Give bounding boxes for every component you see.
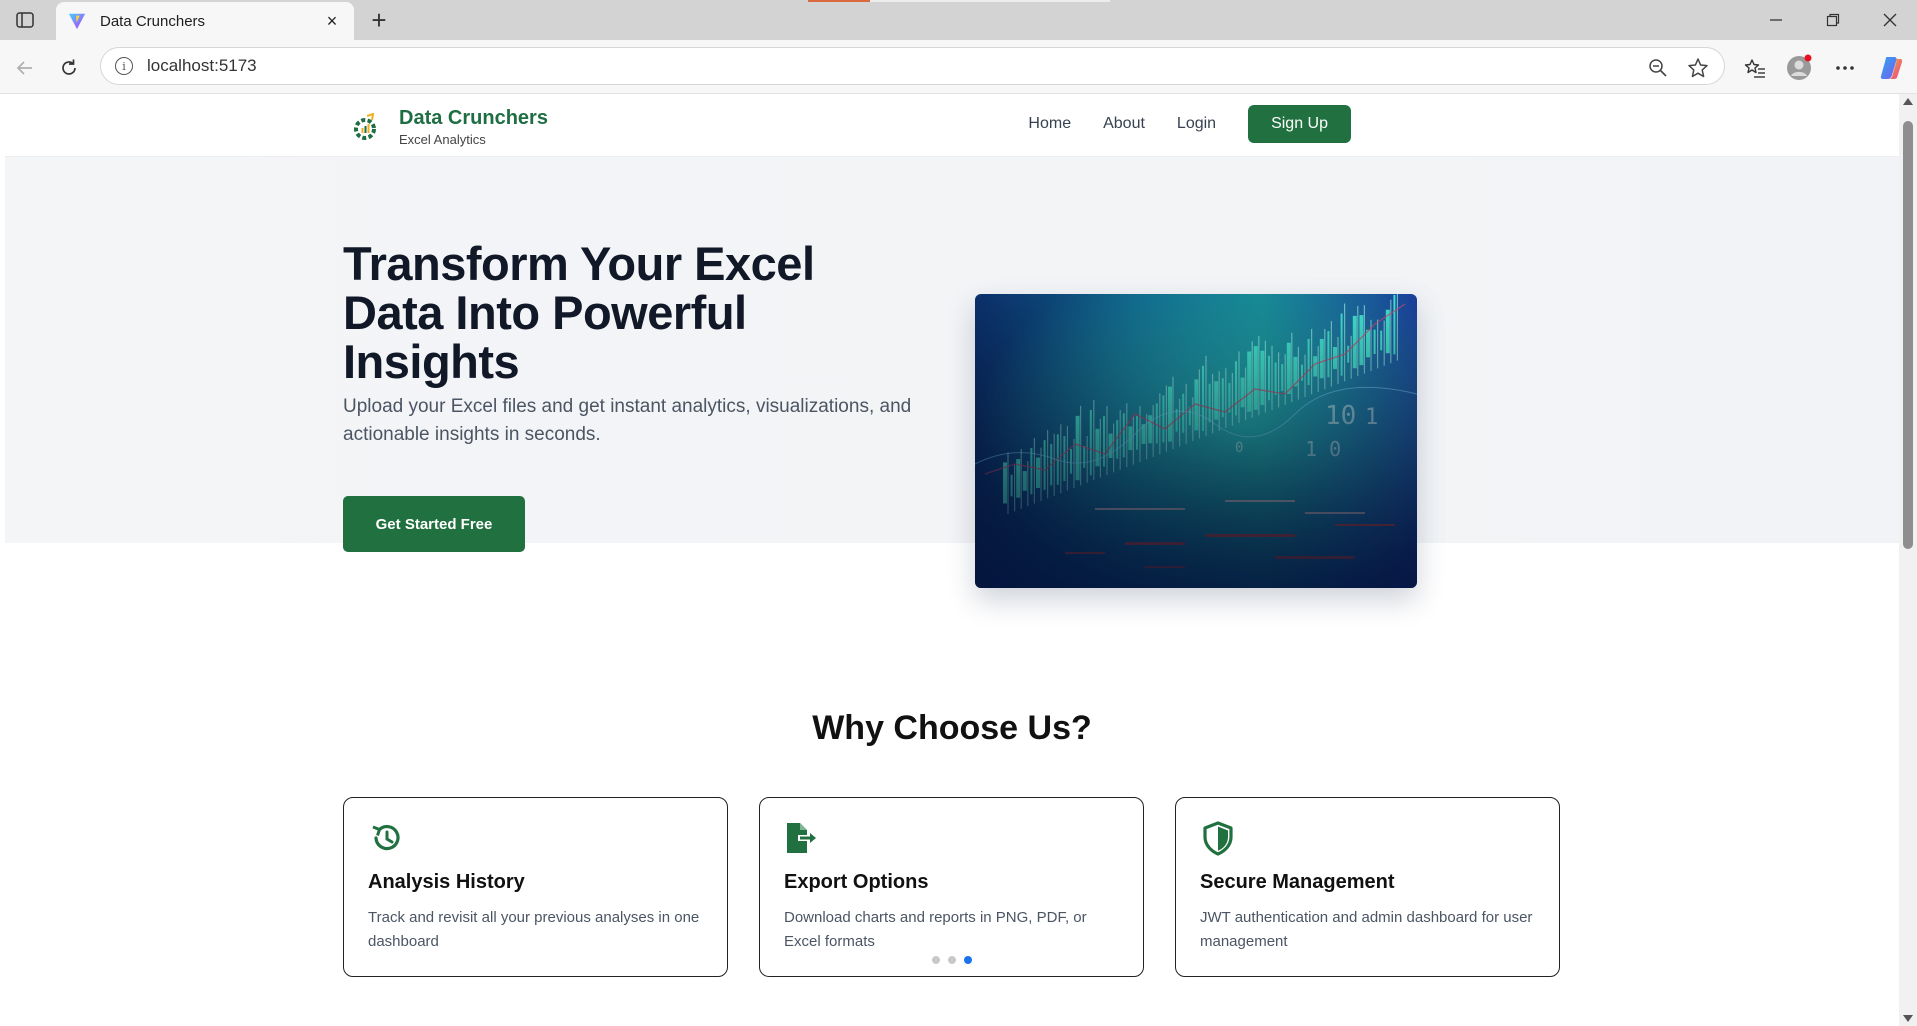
close-tab-icon[interactable]: ×: [322, 11, 342, 31]
new-tab-button[interactable]: +: [365, 5, 393, 35]
carousel-dot[interactable]: [931, 956, 940, 964]
avatar-icon: [1787, 54, 1812, 80]
scroll-up-icon[interactable]: [1903, 98, 1913, 105]
brand[interactable]: Data Crunchers Excel Analytics: [351, 106, 548, 149]
more-menu-button[interactable]: [1830, 53, 1860, 83]
reload-icon: [62, 59, 76, 75]
card-description: JWT authentication and admin dashboard f…: [1200, 909, 1533, 950]
card-title: Analysis History: [368, 871, 525, 893]
card-description: Track and revisit all your previous anal…: [368, 909, 700, 950]
why-choose-us-heading: Why Choose Us?: [812, 709, 1092, 747]
reload-button[interactable]: [54, 53, 84, 83]
vite-favicon-icon: [68, 13, 86, 30]
tab-strip-accent: [808, 0, 870, 2]
profile-button[interactable]: [1784, 53, 1814, 83]
hero-section: Transform Your Excel Data Into Powerful …: [5, 157, 1899, 588]
scroll-down-icon[interactable]: [1903, 1015, 1913, 1022]
shield-icon: [1203, 821, 1233, 856]
browser-tab-active[interactable]: Data Crunchers ×: [56, 2, 354, 40]
favorites-button[interactable]: [1740, 53, 1770, 83]
hero-title: Transform Your Excel Data Into Powerful …: [343, 237, 815, 388]
site-header: Data Crunchers Excel Analytics Home Abou…: [5, 94, 1899, 157]
scrollbar-thumb[interactable]: [1903, 121, 1913, 549]
carousel-indicator: [760, 956, 1143, 964]
restore-button[interactable]: [1813, 8, 1853, 32]
data-crunchers-logo-icon: [354, 112, 376, 140]
zoom-out-icon[interactable]: [1646, 56, 1670, 80]
back-button[interactable]: [10, 53, 40, 83]
browser-toolbar: i localhost:5173: [0, 40, 1917, 94]
favorite-star-icon[interactable]: [1686, 56, 1710, 80]
favorites-list-icon: [1744, 59, 1765, 78]
feature-cards: Analysis History Track and revisit all y…: [343, 797, 1561, 977]
brand-name: Data Crunchers: [399, 107, 548, 129]
carousel-dot[interactable]: [947, 956, 956, 964]
nav-login-link[interactable]: Login: [1177, 115, 1216, 133]
close-icon: [1883, 13, 1897, 27]
signup-button[interactable]: Sign Up: [1248, 105, 1351, 143]
tab-title: Data Crunchers: [100, 12, 206, 30]
feature-card-analysis-history[interactable]: Analysis History Track and revisit all y…: [343, 797, 728, 977]
tab-actions-button[interactable]: [12, 8, 38, 32]
ellipsis-icon: [1836, 66, 1854, 70]
address-bar[interactable]: i localhost:5173: [100, 47, 1725, 85]
minimize-button[interactable]: [1756, 8, 1796, 32]
get-started-button[interactable]: Get Started Free: [343, 496, 525, 552]
card-title: Secure Management: [1200, 871, 1395, 893]
close-window-button[interactable]: [1870, 8, 1910, 32]
hero-subtitle: Upload your Excel files and get instant …: [343, 396, 912, 445]
main-nav: Home About Login Sign Up: [996, 105, 1351, 143]
feature-card-export-options[interactable]: Export Options Download charts and repor…: [759, 797, 1144, 977]
file-export-icon: [787, 823, 816, 853]
hero-image: 10 1 1 0 0: [975, 294, 1417, 588]
brand-tagline: Excel Analytics: [399, 132, 486, 147]
nav-about-link[interactable]: About: [1103, 115, 1145, 133]
url-text[interactable]: localhost:5173: [147, 56, 257, 76]
tab-strip-accent-2: [870, 0, 1110, 2]
copilot-icon: [1880, 57, 1903, 79]
minimize-icon: [1770, 19, 1782, 21]
browser-tab-bar: Data Crunchers × +: [0, 0, 1917, 40]
feature-card-secure-management[interactable]: Secure Management JWT authentication and…: [1175, 797, 1560, 977]
copilot-button[interactable]: [1876, 53, 1906, 83]
page-viewport: Data Crunchers Excel Analytics Home Abou…: [5, 94, 1899, 1026]
card-description: Download charts and reports in PNG, PDF,…: [784, 909, 1087, 950]
page-scrollbar[interactable]: [1899, 94, 1917, 1026]
carousel-dot-active[interactable]: [963, 956, 972, 964]
restore-icon: [1826, 13, 1840, 27]
card-title: Export Options: [784, 871, 929, 893]
site-info-icon[interactable]: i: [115, 57, 133, 75]
stock-chart-illustration: 10 1 1 0 0: [975, 294, 1417, 588]
sidebar-panel-icon: [16, 12, 34, 28]
nav-home-link[interactable]: Home: [1028, 115, 1071, 133]
arrow-left-icon: [16, 61, 32, 75]
history-icon: [372, 824, 400, 851]
